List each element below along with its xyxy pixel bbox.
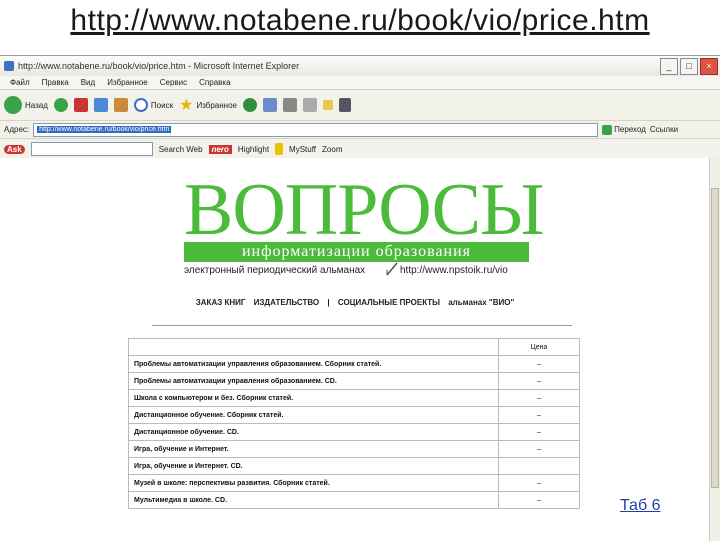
pen-icon (386, 262, 398, 276)
print-icon[interactable] (282, 98, 297, 112)
minimize-button[interactable]: _ (660, 58, 678, 75)
menu-bar: Файл Правка Вид Избранное Сервис Справка (0, 76, 720, 90)
nav-publisher[interactable]: ИЗДАТЕЛЬСТВО (254, 298, 320, 307)
table-row: Проблемы автоматизации управления образо… (128, 372, 580, 390)
scroll-thumb[interactable] (711, 188, 719, 488)
close-button[interactable]: × (700, 58, 718, 75)
table-header-row: Цена (128, 338, 580, 356)
nav-almanac[interactable]: альманах "ВИО" (448, 298, 514, 307)
table-row: Музей в школе: перспективы развития. Сбо… (128, 474, 580, 492)
site-nav: ЗАКАЗ КНИГ ИЗДАТЕЛЬСТВО | СОЦИАЛЬНЫЕ ПРО… (0, 298, 710, 307)
edit-icon[interactable] (302, 98, 317, 112)
item-price: – (498, 406, 580, 424)
item-name: Игра, обучение и Интернет. CD. (128, 457, 499, 475)
nav-books[interactable]: ЗАКАЗ КНИГ (196, 298, 246, 307)
item-price: – (498, 372, 580, 390)
item-name: Игра, обучение и Интернет. (128, 440, 499, 458)
slide-title: http://www.notabene.ru/book/vio/price.ht… (70, 4, 650, 37)
item-price (498, 457, 580, 475)
table-row: Дистанционное обучение. Сборник статей. – (128, 406, 580, 424)
table-row: Проблемы автоматизации управления образо… (128, 355, 580, 373)
address-bar: Адрес: http://www.notabene.ru/book/vio/p… (0, 121, 720, 139)
search-web-button[interactable]: Search Web (159, 145, 203, 154)
nav-separator: | (327, 298, 330, 307)
price-table: Цена Проблемы автоматизации управления о… (128, 338, 580, 509)
logo-band: информатизации образования (184, 242, 529, 262)
nero-button[interactable]: nero (208, 144, 232, 154)
forward-button[interactable] (53, 98, 68, 112)
table-row: Школа с компьютером и без. Сборник стате… (128, 389, 580, 407)
logo-url[interactable]: http://www.npstoik.ru/vio (400, 265, 508, 276)
item-name: Проблемы автоматизации управления образо… (128, 355, 499, 373)
logo-subtitle: электронный периодический альманах (184, 265, 366, 276)
back-arrow-icon (4, 96, 22, 114)
tab-link[interactable]: Таб 6 (620, 497, 660, 515)
item-name: Дистанционное обучение. Сборник статей. (128, 406, 499, 424)
item-name: Дистанционное обучение. CD. (128, 423, 499, 441)
mail-icon[interactable] (262, 98, 277, 112)
go-arrow-icon (602, 124, 613, 135)
ie-icon (4, 61, 14, 71)
divider (152, 325, 572, 326)
nav-social[interactable]: СОЦИАЛЬНЫЕ ПРОЕКТЫ (338, 298, 440, 307)
star-icon: ★ (179, 97, 194, 114)
menu-favorites[interactable]: Избранное (107, 78, 148, 87)
item-name: Школа с компьютером и без. Сборник стате… (128, 389, 499, 407)
maximize-button[interactable]: □ (680, 58, 698, 75)
item-name: Музей в школе: перспективы развития. Сбо… (128, 474, 499, 492)
table-row: Мультимедиа в школе. CD. – (128, 491, 580, 509)
vertical-scrollbar[interactable] (709, 158, 720, 541)
item-price: – (498, 355, 580, 373)
messenger-icon[interactable] (338, 98, 351, 112)
stop-icon[interactable] (73, 98, 88, 112)
mystuff-button[interactable]: MyStuff (289, 145, 316, 154)
back-button[interactable]: Назад (4, 96, 48, 114)
window-title: http://www.notabene.ru/book/vio/price.ht… (18, 61, 300, 71)
links-toolbar: Ask Search Web nero Highlight MyStuff Zo… (0, 139, 720, 160)
logo-title: ВОПРОСЫ (184, 169, 545, 251)
item-price: – (498, 423, 580, 441)
item-name: Мультимедиа в школе. CD. (128, 491, 499, 509)
item-price: – (498, 389, 580, 407)
home-icon[interactable] (113, 98, 128, 112)
address-input[interactable]: http://www.notabene.ru/book/vio/price.ht… (33, 122, 599, 137)
standard-toolbar: Назад Поиск ★ Избранное (0, 90, 720, 121)
page-viewport: ВОПРОСЫ информатизации образования элект… (0, 158, 710, 541)
item-price: – (498, 474, 580, 492)
favorites-button[interactable]: ★ Избранное (179, 95, 237, 115)
refresh-icon[interactable] (93, 98, 108, 112)
table-row: Игра, обучение и Интернет. – (128, 440, 580, 458)
menu-help[interactable]: Справка (199, 78, 230, 87)
browser-window: http://www.notabene.ru/book/vio/price.ht… (0, 55, 720, 541)
menu-file[interactable]: Файл (10, 78, 30, 87)
ask-logo[interactable]: Ask (4, 144, 25, 154)
menu-edit[interactable]: Правка (42, 78, 69, 87)
ask-search-input[interactable] (30, 142, 153, 156)
header-price-cell: Цена (498, 338, 580, 356)
highlight-button[interactable]: Highlight (238, 145, 269, 154)
title-bar: http://www.notabene.ru/book/vio/price.ht… (0, 56, 720, 76)
search-icon (133, 98, 148, 112)
history-icon[interactable] (242, 98, 257, 112)
go-button[interactable]: Переход (602, 124, 646, 135)
item-price: – (498, 491, 580, 509)
links-label[interactable]: Ссылки (650, 125, 678, 134)
item-price: – (498, 440, 580, 458)
info-icon[interactable] (275, 143, 284, 155)
menu-tools[interactable]: Сервис (160, 78, 187, 87)
zoom-button[interactable]: Zoom (322, 145, 342, 154)
menu-view[interactable]: Вид (81, 78, 95, 87)
table-row: Дистанционное обучение. CD. – (128, 423, 580, 441)
item-name: Проблемы автоматизации управления образо… (128, 372, 499, 390)
table-row: Игра, обучение и Интернет. CD. (128, 457, 580, 475)
header-name-cell (128, 338, 499, 356)
folder-icon[interactable] (322, 100, 333, 110)
search-button[interactable]: Поиск (133, 98, 173, 112)
